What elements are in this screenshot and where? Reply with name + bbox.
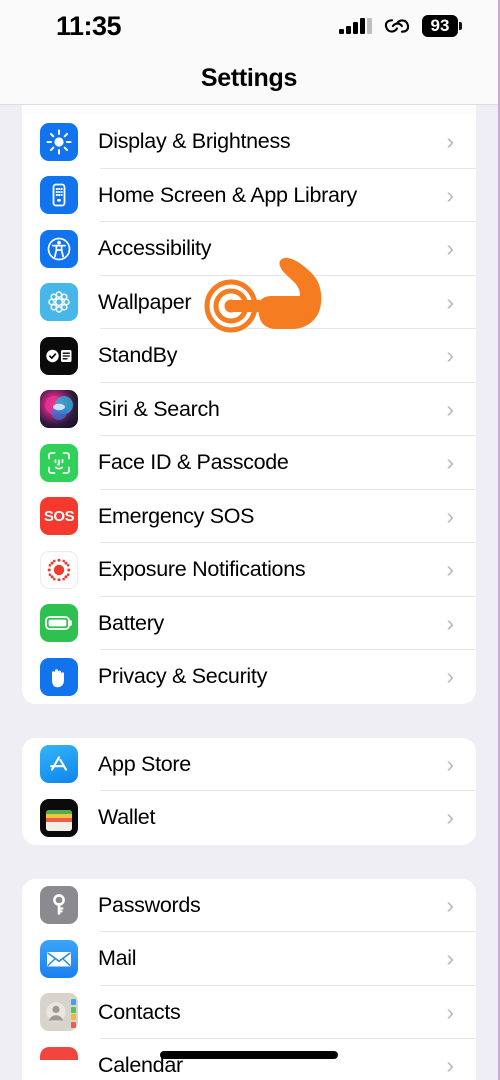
sidebar-item-label: Battery: [98, 610, 165, 635]
standby-clock-icon: [40, 336, 78, 375]
wallet-cards: [46, 809, 72, 831]
sidebar-item-app-store[interactable]: App Store ›: [22, 737, 476, 791]
sidebar-item-calendar[interactable]: Calendar ›: [22, 1039, 476, 1080]
navigation-bar: Settings: [0, 52, 498, 105]
sidebar-item-display-brightness[interactable]: Display & Brightness ›: [22, 115, 476, 169]
sidebar-item-wallpaper[interactable]: Wallpaper ›: [22, 275, 476, 329]
home-indicator: [160, 1051, 338, 1059]
exposure-notifications-icon: [40, 550, 78, 589]
contacts-icon: [40, 993, 78, 1032]
sidebar-item-label: Accessibility: [98, 236, 212, 261]
settings-scroll-area[interactable]: Display & Brightness › Home Screen & App…: [0, 105, 498, 1080]
sidebar-item-contacts[interactable]: Contacts ›: [22, 985, 476, 1039]
sidebar-item-label: StandBy: [98, 343, 178, 368]
sidebar-item-label: Wallpaper: [98, 289, 192, 314]
sidebar-item-standby[interactable]: StandBy ›: [22, 329, 476, 383]
chevron-right-icon: ›: [446, 342, 454, 369]
home-screen-icon: [40, 176, 78, 215]
status-bar: 11:35 93: [0, 0, 498, 52]
sidebar-item-passwords[interactable]: Passwords ›: [22, 878, 476, 932]
sidebar-item-accessibility[interactable]: Accessibility ›: [22, 222, 476, 276]
signal-bars-icon: [339, 18, 372, 34]
sidebar-item-wallet[interactable]: Wallet ›: [22, 791, 476, 845]
sidebar-item-label: Contacts: [98, 999, 181, 1024]
wallet-icon: [40, 798, 78, 837]
sidebar-item-label: Emergency SOS: [98, 503, 255, 528]
chevron-right-icon: ›: [446, 449, 454, 476]
sidebar-item-label: Face ID & Passcode: [98, 450, 289, 475]
chevron-right-icon: ›: [446, 804, 454, 831]
page-title: Settings: [200, 63, 298, 92]
calendar-header-band: [40, 1046, 78, 1060]
sidebar-item-emergency-sos[interactable]: SOS Emergency SOS ›: [22, 489, 476, 543]
contacts-tabs: [71, 999, 76, 1029]
settings-group-system: Display & Brightness › Home Screen & App…: [22, 115, 476, 704]
sidebar-item-siri-search[interactable]: Siri & Search ›: [22, 382, 476, 436]
sidebar-item-label: Wallet: [98, 805, 156, 830]
sidebar-item-label: Home Screen & App Library: [98, 182, 357, 207]
sidebar-item-face-id-passcode[interactable]: Face ID & Passcode ›: [22, 436, 476, 490]
privacy-hand-icon: [40, 657, 78, 696]
sidebar-item-label: Siri & Search: [98, 396, 220, 421]
chevron-right-icon: ›: [446, 891, 454, 918]
chevron-right-icon: ›: [446, 235, 454, 262]
accessibility-icon: [40, 229, 78, 268]
calendar-icon: [40, 1046, 78, 1080]
chain-link-icon: [384, 19, 410, 33]
chevron-right-icon: ›: [446, 181, 454, 208]
settings-group-accounts: Passwords › Mail › Contacts › Calendar ›: [22, 878, 476, 1080]
sidebar-item-label: Display & Brightness: [98, 129, 291, 154]
app-store-icon: [40, 745, 78, 784]
chevron-right-icon: ›: [446, 128, 454, 155]
wallpaper-flower-icon: [40, 283, 78, 322]
battery-cap: [459, 22, 462, 30]
sidebar-item-label: Passwords: [98, 892, 201, 917]
chevron-right-icon: ›: [446, 609, 454, 636]
chevron-right-icon: ›: [446, 998, 454, 1025]
partial-row-above: [22, 105, 476, 115]
status-bar-indicators: 93: [339, 15, 462, 37]
battery-icon: [40, 604, 78, 643]
chevron-right-icon: ›: [446, 288, 454, 315]
brightness-sun-icon: [40, 122, 78, 161]
battery-status-icon: 93: [422, 15, 462, 37]
face-id-icon: [40, 443, 78, 482]
settings-group-store: App Store › Wallet ›: [22, 737, 476, 845]
chevron-right-icon: ›: [446, 750, 454, 777]
sidebar-item-label: Privacy & Security: [98, 664, 268, 689]
siri-orb-icon: [40, 390, 78, 429]
mail-envelope-icon: [40, 939, 78, 978]
sidebar-item-mail[interactable]: Mail ›: [22, 932, 476, 986]
phone-screen: 11:35 93 Settings Display & Brightness ›…: [0, 0, 500, 1080]
sidebar-item-label: App Store: [98, 751, 191, 776]
chevron-right-icon: ›: [446, 556, 454, 583]
chevron-right-icon: ›: [446, 1052, 454, 1079]
status-bar-time: 11:35: [56, 10, 122, 41]
sidebar-item-home-screen[interactable]: Home Screen & App Library ›: [22, 168, 476, 222]
sidebar-item-battery[interactable]: Battery ›: [22, 596, 476, 650]
sos-label: SOS: [43, 507, 75, 525]
chevron-right-icon: ›: [446, 663, 454, 690]
passwords-key-icon: [40, 886, 78, 925]
sidebar-item-label: Exposure Notifications: [98, 557, 306, 582]
battery-percent-label: 93: [422, 15, 458, 37]
sidebar-item-label: Mail: [98, 946, 137, 971]
sidebar-item-privacy-security[interactable]: Privacy & Security ›: [22, 650, 476, 704]
emergency-sos-icon: SOS: [40, 497, 78, 536]
chevron-right-icon: ›: [446, 395, 454, 422]
chevron-right-icon: ›: [446, 502, 454, 529]
sidebar-item-exposure-notifications[interactable]: Exposure Notifications ›: [22, 543, 476, 597]
chevron-right-icon: ›: [446, 945, 454, 972]
